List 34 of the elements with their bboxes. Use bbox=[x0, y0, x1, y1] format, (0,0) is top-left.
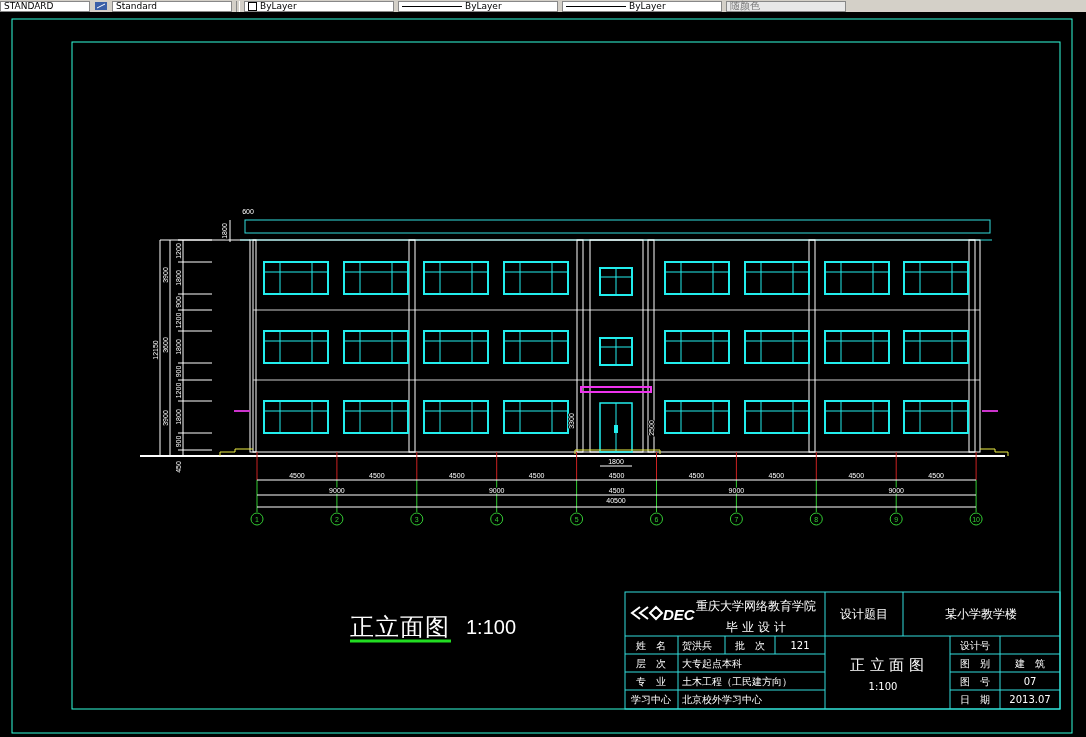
field-value: 大专起点本科 bbox=[682, 658, 742, 669]
field-label: 层 次 bbox=[636, 658, 666, 669]
field-label: 设计号 bbox=[960, 640, 990, 651]
drawing-scale: 1:100 bbox=[466, 616, 517, 638]
field-value: 2013.07 bbox=[1009, 694, 1051, 705]
text-style-dropdown[interactable]: STANDARD bbox=[0, 0, 90, 12]
field-label: 图 号 bbox=[960, 676, 990, 687]
field-label: 图 别 bbox=[960, 658, 990, 669]
layer-dropdown[interactable]: ByLayer bbox=[244, 0, 394, 12]
drawing-title: 正立面图 bbox=[350, 613, 450, 641]
logo-chevron-icon bbox=[630, 605, 664, 620]
field-label: 姓 名 bbox=[636, 640, 666, 651]
field-value: 07 bbox=[1023, 676, 1037, 687]
field-value: 北京校外学习中心 bbox=[682, 694, 762, 705]
field-label: 学习中心 bbox=[631, 694, 671, 705]
school-name: 重庆大学网络教育学院 bbox=[696, 599, 816, 613]
field-value: 贺洪兵 bbox=[682, 640, 712, 651]
field-label: 批 次 bbox=[735, 640, 765, 651]
logo-text: DEC bbox=[663, 606, 695, 623]
topic-text: 某小学教学楼 bbox=[945, 607, 1017, 621]
lineweight-dropdown[interactable]: ByLayer bbox=[562, 0, 722, 12]
sheet-scale: 1:100 bbox=[868, 681, 898, 692]
field-value: 121 bbox=[790, 640, 810, 651]
field-label: 专 业 bbox=[636, 676, 666, 687]
field-label: 日 期 bbox=[960, 694, 990, 705]
color-dropdown[interactable]: 随颜色 bbox=[726, 0, 846, 12]
dimension-style-icon[interactable] bbox=[94, 1, 108, 11]
field-value: 建 筑 bbox=[1015, 658, 1045, 669]
linetype-dropdown[interactable]: ByLayer bbox=[398, 0, 558, 12]
sheet-title: 正 立 面 图 bbox=[849, 656, 925, 674]
topic-label: 设计题目 bbox=[840, 607, 888, 621]
subtitle-text: 毕 业 设 计 bbox=[726, 620, 786, 634]
field-value: 土木工程（工民建方向） bbox=[682, 676, 792, 687]
dimension-style-dropdown[interactable]: Standard bbox=[112, 0, 232, 12]
